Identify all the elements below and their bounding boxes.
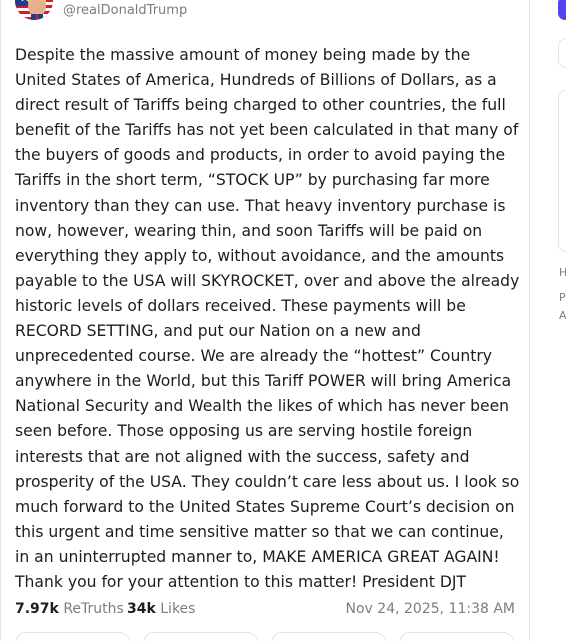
likes-stat[interactable]: 34k Likes bbox=[127, 601, 195, 617]
user-handle[interactable]: @realDonaldTrump bbox=[63, 3, 187, 18]
like-button[interactable] bbox=[271, 632, 387, 641]
right-sidebar: H P A bbox=[530, 0, 566, 641]
sidebar-text-line-2: A bbox=[559, 309, 566, 322]
likes-count: 34k bbox=[127, 601, 156, 617]
search-input[interactable] bbox=[558, 38, 566, 68]
retruths-stat[interactable]: 7.97k ReTruths bbox=[15, 601, 124, 617]
post-actions bbox=[15, 632, 515, 641]
sidebar-heading: H bbox=[559, 266, 566, 279]
post-timestamp[interactable]: Nov 24, 2025, 11:38 AM bbox=[346, 601, 515, 617]
page: @realDonaldTrump Despite the massive amo… bbox=[0, 0, 566, 641]
post-body-text: Despite the massive amount of money bein… bbox=[15, 46, 520, 591]
post-stats: 7.97k ReTruths 34k Likes Nov 24, 2025, 1… bbox=[15, 601, 515, 621]
likes-label: Likes bbox=[160, 601, 196, 617]
sidebar-text-line-1: P bbox=[559, 291, 566, 304]
retruths-label: ReTruths bbox=[63, 601, 124, 617]
compose-button[interactable] bbox=[558, 0, 566, 20]
sidebar-card bbox=[558, 90, 566, 252]
retruth-button[interactable] bbox=[143, 632, 259, 641]
retruths-count: 7.97k bbox=[15, 601, 59, 617]
share-button[interactable] bbox=[399, 632, 515, 641]
reply-button[interactable] bbox=[15, 632, 131, 641]
